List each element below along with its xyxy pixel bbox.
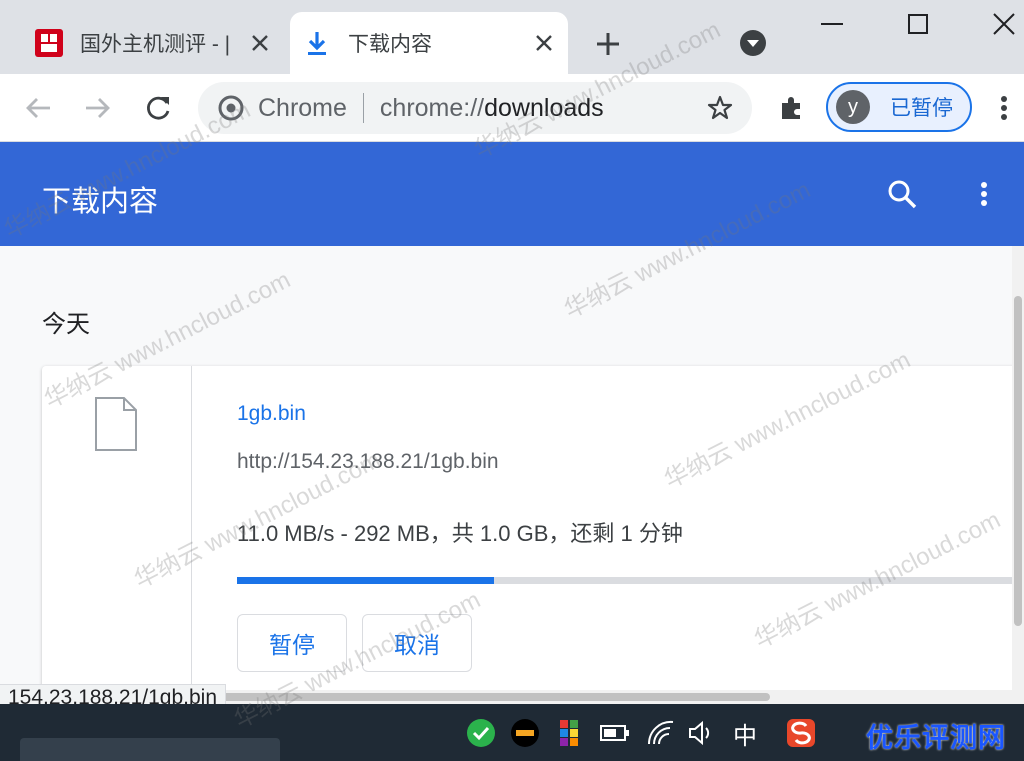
tab-title: 下载内容 — [348, 33, 432, 56]
menu-kebab-icon[interactable] — [984, 88, 1024, 128]
scheme-chip: Chrome — [258, 93, 347, 122]
tab-downloads[interactable]: 下载内容 — [290, 12, 568, 74]
forward-button[interactable] — [78, 88, 118, 128]
file-url-link[interactable]: http://154.23.188.21/1gb.bin — [237, 450, 499, 474]
volume-icon[interactable] — [684, 716, 718, 750]
minimize-button[interactable] — [800, 0, 864, 48]
site-favicon-icon — [34, 28, 64, 58]
chrome-logo-icon — [218, 95, 244, 121]
download-progress-fill — [237, 577, 494, 584]
taskbar-window-preview — [20, 738, 280, 761]
file-name-link[interactable]: 1gb.bin — [237, 402, 306, 426]
scrollbar-thumb[interactable] — [1014, 296, 1022, 626]
profile-status-label: 已暂停 — [890, 97, 953, 120]
page-title: 下载内容 — [42, 186, 159, 218]
new-tab-button[interactable] — [588, 26, 628, 62]
search-icon[interactable] — [882, 174, 922, 214]
pause-button[interactable]: 暂停 — [237, 614, 347, 672]
downloads-header: 下载内容 — [0, 142, 1024, 246]
site-brand-logo: 优乐评测网 — [866, 723, 1006, 753]
omnibox-divider — [362, 93, 364, 123]
tab-strip: 国外主机测评 - | 下载内容 — [0, 0, 1024, 74]
download-status: 11.0 MB/s - 292 MB，共 1.0 GB，还剩 1 分钟 — [237, 521, 683, 546]
download-progress-bar — [237, 577, 1015, 584]
vertical-scrollbar[interactable] — [1012, 246, 1024, 690]
close-window-button[interactable] — [972, 0, 1024, 48]
cancel-button[interactable]: 取消 — [362, 614, 472, 672]
file-icon — [94, 396, 138, 457]
downloads-list: 今天 1gb.bin http://154.23.188.21/1gb.bin … — [0, 246, 1024, 690]
download-item: 1gb.bin http://154.23.188.21/1gb.bin 11.… — [42, 366, 1024, 690]
date-section-label: 今天 — [42, 311, 90, 338]
tab-close-icon[interactable] — [528, 27, 560, 59]
file-icon-column — [42, 366, 192, 690]
wifi-icon[interactable] — [644, 716, 678, 750]
back-button[interactable] — [18, 88, 58, 128]
url-text[interactable]: chrome://downloads — [380, 94, 604, 123]
avatar: y — [836, 90, 870, 124]
tab-hostreview[interactable]: 国外主机测评 - | — [22, 12, 284, 74]
maximize-button[interactable] — [886, 0, 950, 48]
browser-toolbar: Chrome chrome://downloads y 已暂停 — [0, 74, 1024, 142]
bookmark-star-icon[interactable] — [704, 92, 736, 124]
profile-button[interactable]: y 已暂停 — [826, 82, 972, 132]
reload-button[interactable] — [138, 88, 178, 128]
address-bar[interactable]: Chrome chrome://downloads — [198, 82, 752, 134]
ime-indicator[interactable]: 中 — [728, 716, 762, 750]
app-tray-icon[interactable] — [508, 716, 542, 750]
sogou-input-icon[interactable] — [784, 716, 818, 750]
battery-icon[interactable] — [598, 716, 632, 750]
color-grid-icon[interactable] — [552, 716, 586, 750]
more-options-icon[interactable] — [964, 174, 1004, 214]
extensions-puzzle-icon[interactable] — [772, 88, 812, 128]
security-check-icon[interactable] — [464, 716, 498, 750]
tab-title: 国外主机测评 - | — [80, 33, 231, 56]
tab-close-icon[interactable] — [244, 27, 276, 59]
download-icon — [302, 28, 332, 58]
windows-taskbar: 中 优乐评测网 — [0, 704, 1024, 761]
tab-search-button[interactable] — [736, 26, 770, 60]
